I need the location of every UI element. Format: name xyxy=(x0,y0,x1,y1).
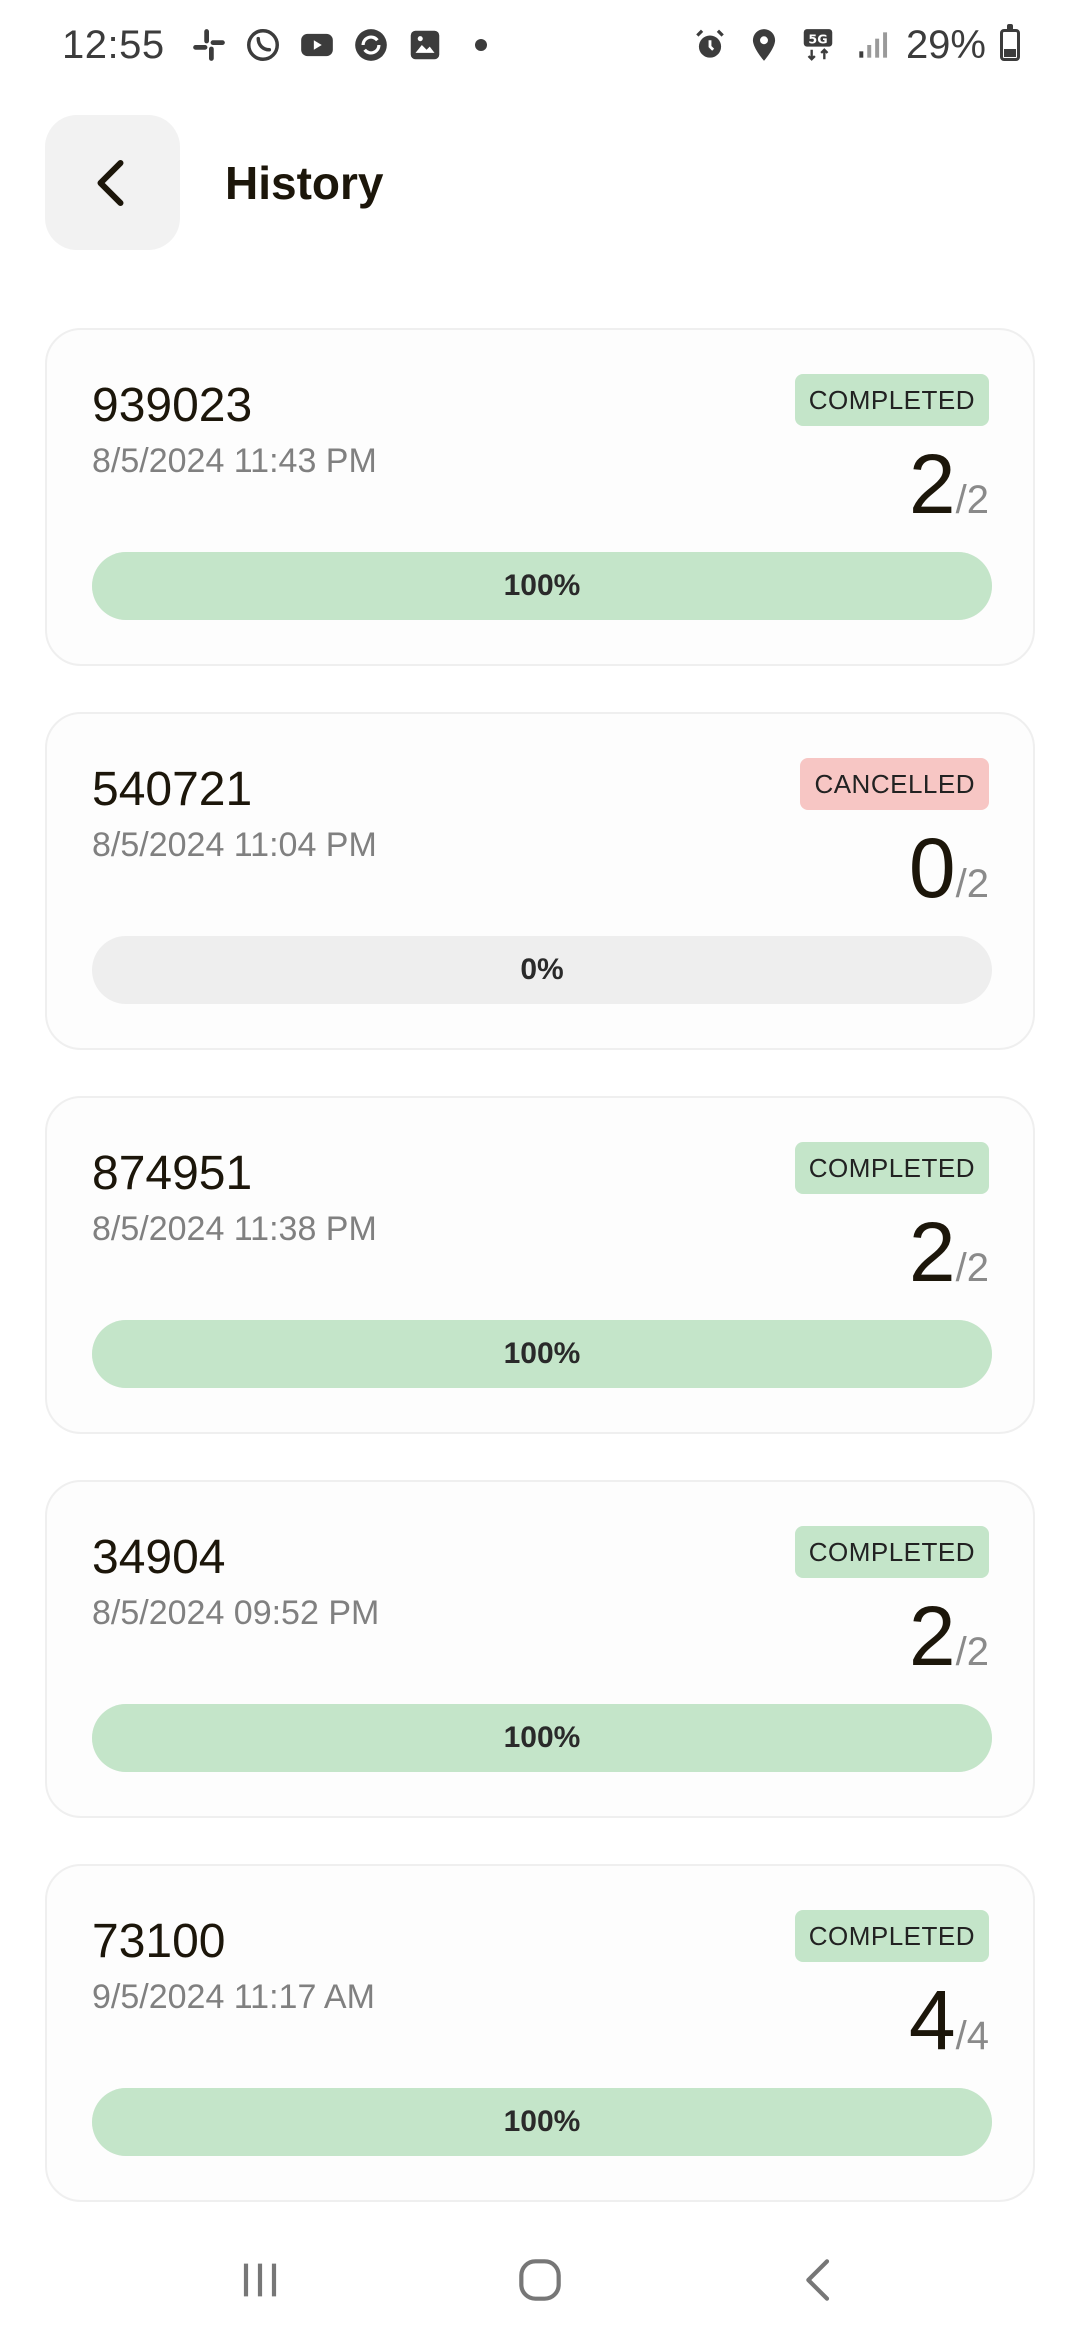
alarm-icon xyxy=(690,25,730,65)
completion-count: 2 /2 xyxy=(909,1594,989,1678)
completed-count: 2 xyxy=(908,1589,956,1683)
location-icon xyxy=(744,25,784,65)
status-badge: COMPLETED xyxy=(794,1910,989,1962)
home-button[interactable] xyxy=(500,2240,580,2320)
gallery-icon xyxy=(405,25,445,65)
back-icon xyxy=(806,2259,830,2301)
page-title: History xyxy=(225,156,384,209)
history-card[interactable]: 540721 8/5/2024 11:04 PM CANCELLED 0 /2 … xyxy=(45,712,1035,1050)
completion-count: 2 /2 xyxy=(909,442,989,526)
recents-button[interactable] xyxy=(220,2240,300,2320)
status-badge: COMPLETED xyxy=(794,1526,989,1578)
session-id: 874951 xyxy=(92,1147,253,1200)
back-nav-button[interactable] xyxy=(780,2240,860,2320)
status-bar-right: 5G 29% xyxy=(690,23,1020,68)
status-badge: CANCELLED xyxy=(800,758,989,810)
total-count: /2 xyxy=(955,478,989,522)
completion-count: 2 /2 xyxy=(909,1210,989,1294)
total-count: /2 xyxy=(955,1630,989,1674)
history-card[interactable]: 73100 9/5/2024 11:17 AM COMPLETED 4 /4 1… xyxy=(45,1864,1035,2202)
chevron-left-icon xyxy=(97,159,123,206)
whatsapp-icon xyxy=(243,25,283,65)
battery-percent: 29% xyxy=(905,22,986,67)
progress-label: 100% xyxy=(503,1721,581,1754)
history-card[interactable]: 874951 8/5/2024 11:38 PM COMPLETED 2 /2 … xyxy=(45,1096,1035,1434)
status-bar: 12:55 5G 29% xyxy=(0,0,1080,90)
battery-icon xyxy=(1000,24,1020,61)
youtube-icon xyxy=(297,25,337,65)
history-list: 939023 8/5/2024 11:43 PM COMPLETED 2 /2 … xyxy=(45,328,1035,2248)
history-card[interactable]: 939023 8/5/2024 11:43 PM COMPLETED 2 /2 … xyxy=(45,328,1035,666)
progress-bar: 0% xyxy=(92,936,992,1004)
5g-icon: 5G xyxy=(798,25,838,65)
session-id: 34904 xyxy=(92,1531,226,1584)
session-date: 8/5/2024 09:52 PM xyxy=(92,1594,380,1632)
completed-count: 0 xyxy=(908,821,956,915)
progress-bar: 100% xyxy=(92,552,992,620)
progress-label: 100% xyxy=(503,569,581,602)
back-button[interactable] xyxy=(45,115,180,250)
completed-count: 4 xyxy=(908,1973,956,2067)
total-count: /2 xyxy=(955,1246,989,1290)
progress-bar: 100% xyxy=(92,1704,992,1772)
session-id: 73100 xyxy=(92,1915,226,1968)
progress-bar: 100% xyxy=(92,2088,992,2156)
session-date: 8/5/2024 11:38 PM xyxy=(92,1210,377,1248)
session-id: 540721 xyxy=(92,763,253,816)
progress-label: 100% xyxy=(503,1337,581,1370)
page-header: History xyxy=(45,115,383,250)
total-count: /2 xyxy=(955,862,989,906)
svg-text:5G: 5G xyxy=(808,31,827,46)
total-count: /4 xyxy=(955,2014,989,2058)
history-card[interactable]: 34904 8/5/2024 09:52 PM COMPLETED 2 /2 1… xyxy=(45,1480,1035,1818)
completed-count: 2 xyxy=(908,437,956,531)
session-id: 939023 xyxy=(92,379,253,432)
slack-icon xyxy=(189,25,229,65)
session-date: 8/5/2024 11:04 PM xyxy=(92,826,377,864)
notification-dot-icon xyxy=(474,39,487,51)
recents-icon xyxy=(243,2263,277,2297)
completion-count: 4 /4 xyxy=(909,1978,989,2062)
progress-bar: 100% xyxy=(92,1320,992,1388)
signal-icon xyxy=(852,25,892,65)
sync-app-icon xyxy=(351,25,391,65)
completed-count: 2 xyxy=(908,1205,956,1299)
progress-label: 0% xyxy=(520,953,564,986)
progress-label: 100% xyxy=(503,2105,581,2138)
status-badge: COMPLETED xyxy=(794,1142,989,1194)
status-bar-left: 12:55 xyxy=(62,23,487,68)
status-badge: COMPLETED xyxy=(794,374,989,426)
completion-count: 0 /2 xyxy=(909,826,989,910)
status-time: 12:55 xyxy=(62,22,165,67)
session-date: 8/5/2024 11:43 PM xyxy=(92,442,377,480)
session-date: 9/5/2024 11:17 AM xyxy=(92,1978,375,2016)
home-icon xyxy=(519,2259,561,2301)
system-nav-bar xyxy=(0,2220,1080,2340)
